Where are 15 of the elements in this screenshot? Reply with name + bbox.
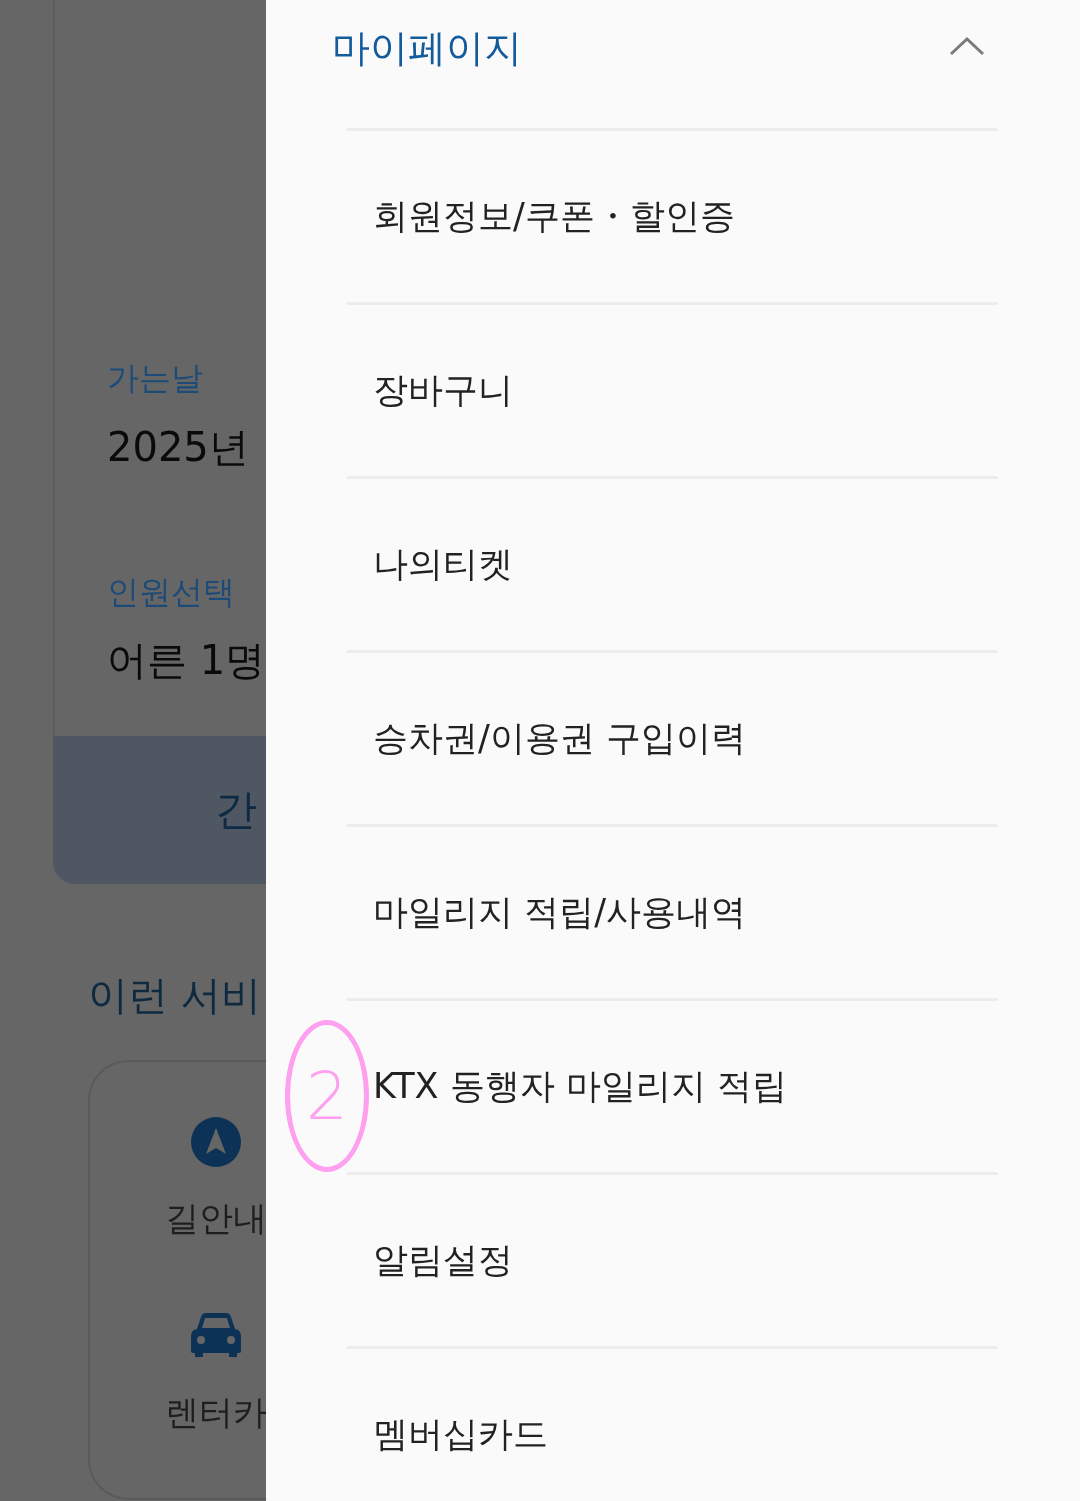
annotation-number: 2 (285, 1020, 369, 1172)
menu-item[interactable]: 멤버십카드 (347, 1349, 998, 1459)
menu-item[interactable]: 나의티켓 (347, 479, 998, 650)
section-heading: 이런 서비 (88, 971, 261, 1020)
menu-item[interactable]: 승차권/이용권 구입이력 (347, 653, 998, 824)
menu-title: 마이페이지 (332, 25, 522, 72)
chevron-up-icon[interactable] (949, 36, 985, 56)
passenger-label: 인원선택 (107, 572, 235, 613)
menu-item[interactable]: 마일리지 적립/사용내역 (347, 827, 998, 998)
menu-item[interactable]: 회원정보/쿠폰・할인증 (347, 131, 998, 302)
menu-item[interactable]: KTX 동행자 마일리지 적립 (347, 1001, 998, 1172)
menu-item[interactable]: 장바구니 (347, 305, 998, 476)
menu-item[interactable]: 알림설정 (347, 1175, 998, 1346)
date-label: 가는날 (107, 358, 203, 399)
car-icon (190, 1313, 241, 1357)
